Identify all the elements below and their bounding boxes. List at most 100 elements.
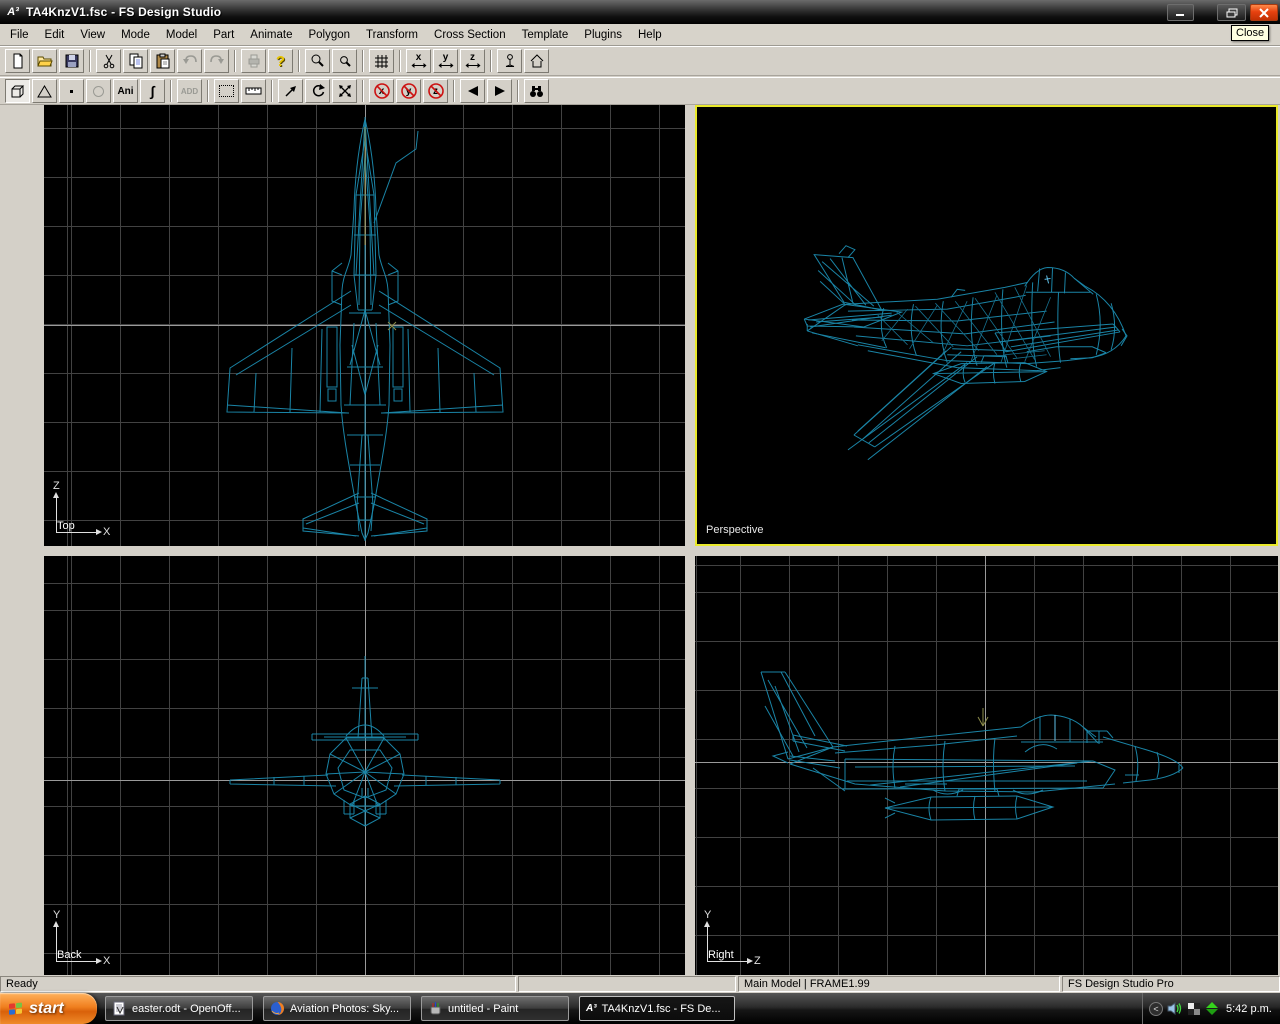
menu-mode[interactable]: Mode xyxy=(113,24,158,46)
close-button[interactable] xyxy=(1250,4,1278,21)
app-window: A³ TA4KnzV1.fsc - FS Design Studio Close… xyxy=(0,0,1280,1024)
toolbar-separator xyxy=(89,50,91,72)
measure-button[interactable] xyxy=(241,79,266,103)
viewport-back[interactable]: Y X Back xyxy=(44,556,685,975)
point-icon xyxy=(63,83,80,100)
viewport-label-perspective: Perspective xyxy=(706,524,763,536)
double-arrow-icon xyxy=(411,62,427,69)
checkered-tray-icon[interactable] xyxy=(1187,1002,1201,1016)
status-model: Main Model | FRAME1.99 xyxy=(738,976,1060,992)
add-button[interactable]: ADD xyxy=(177,79,202,103)
menu-animate[interactable]: Animate xyxy=(242,24,300,46)
task-openoffice[interactable]: easter.odt - OpenOff... xyxy=(105,996,253,1021)
copy-icon xyxy=(128,53,144,69)
rotate-icon xyxy=(310,83,326,99)
system-tray: < 5:42 p.m. xyxy=(1142,993,1280,1024)
spline-button[interactable]: ∫ xyxy=(140,79,165,103)
close-tooltip: Close xyxy=(1231,25,1269,41)
menu-template[interactable]: Template xyxy=(514,24,577,46)
network-activity-icon[interactable] xyxy=(1205,1001,1219,1016)
grid-icon xyxy=(374,54,389,69)
menu-help[interactable]: Help xyxy=(630,24,670,46)
new-file-button[interactable] xyxy=(5,49,30,73)
polygon-mode-button[interactable] xyxy=(32,79,57,103)
axis-letter-horizontal: X xyxy=(103,955,110,967)
object-mode-button[interactable] xyxy=(5,79,30,103)
add-icon: ADD xyxy=(181,87,198,96)
axis-z-button[interactable]: z xyxy=(460,49,485,73)
axis-x-button[interactable]: x xyxy=(406,49,431,73)
horizontal-splitter[interactable] xyxy=(44,546,1278,556)
copy-button[interactable] xyxy=(123,49,148,73)
balance-button[interactable] xyxy=(497,49,522,73)
rotate-tool-button[interactable] xyxy=(305,79,330,103)
no-z-icon: z xyxy=(427,82,445,100)
minimize-button[interactable] xyxy=(1167,4,1194,21)
double-arrow-icon xyxy=(438,62,454,69)
redo-button[interactable] xyxy=(204,49,229,73)
vertical-splitter[interactable] xyxy=(685,105,695,975)
tray-chevron-icon[interactable]: < xyxy=(1149,1002,1163,1016)
menu-file[interactable]: File xyxy=(2,24,37,46)
find-button[interactable] xyxy=(524,79,549,103)
axis-indicator-right: Y Z xyxy=(703,915,763,971)
lock-y-button[interactable]: y xyxy=(396,79,421,103)
zoom-in-button[interactable] xyxy=(332,49,357,73)
viewport-label-right: Right xyxy=(708,949,734,961)
menu-view[interactable]: View xyxy=(72,24,113,46)
lock-z-button[interactable]: z xyxy=(423,79,448,103)
open-file-button[interactable] xyxy=(32,49,57,73)
home-icon xyxy=(529,53,545,69)
lock-x-button[interactable]: x xyxy=(369,79,394,103)
menu-transform[interactable]: Transform xyxy=(358,24,426,46)
start-button[interactable]: start xyxy=(0,993,97,1024)
point-mode-button[interactable] xyxy=(59,79,84,103)
circle-icon xyxy=(90,83,107,100)
scale-tool-button[interactable] xyxy=(332,79,357,103)
toolbar-separator xyxy=(207,80,209,102)
restore-button[interactable] xyxy=(1217,4,1246,21)
menu-cross-section[interactable]: Cross Section xyxy=(426,24,514,46)
axis-y-button[interactable]: y xyxy=(433,49,458,73)
menu-edit[interactable]: Edit xyxy=(37,24,73,46)
ani-icon: Ani xyxy=(117,86,133,97)
cut-scissors-icon xyxy=(101,53,117,69)
task-label: TA4KnzV1.fsc - FS De... xyxy=(602,1003,721,1015)
animate-mode-button[interactable]: Ani xyxy=(113,79,138,103)
prev-part-button[interactable] xyxy=(460,79,485,103)
paste-button[interactable] xyxy=(150,49,175,73)
viewport-top[interactable]: Z X Top xyxy=(44,105,685,546)
aircraft-perspective-wireframe xyxy=(697,107,1276,544)
undo-button[interactable] xyxy=(177,49,202,73)
menu-polygon[interactable]: Polygon xyxy=(300,24,358,46)
print-button[interactable] xyxy=(241,49,266,73)
no-x-icon: x xyxy=(373,82,391,100)
help-button[interactable]: ? xyxy=(268,49,293,73)
move-tool-button[interactable] xyxy=(278,79,303,103)
menu-plugins[interactable]: Plugins xyxy=(576,24,630,46)
undo-icon xyxy=(182,53,198,69)
axis-z-icon: z xyxy=(470,54,475,62)
task-firefox[interactable]: Aviation Photos: Sky... xyxy=(263,996,411,1021)
circle-mode-button[interactable] xyxy=(86,79,111,103)
next-part-button[interactable] xyxy=(487,79,512,103)
viewport-perspective[interactable]: Perspective xyxy=(695,105,1278,546)
viewport-right[interactable]: Y Z Right xyxy=(695,556,1278,975)
menu-part[interactable]: Part xyxy=(205,24,242,46)
zoom-out-button[interactable] xyxy=(305,49,330,73)
grid-toggle-button[interactable] xyxy=(369,49,394,73)
marquee-select-button[interactable] xyxy=(214,79,239,103)
axis-letter-vertical: Y xyxy=(53,909,60,921)
cut-button[interactable] xyxy=(96,49,121,73)
toolbar-separator xyxy=(271,80,273,102)
save-button[interactable] xyxy=(59,49,84,73)
redo-icon xyxy=(209,53,225,69)
task-fsds-active[interactable]: A³ TA4KnzV1.fsc - FS De... xyxy=(579,996,735,1021)
window-title: TA4KnzV1.fsc - FS Design Studio xyxy=(26,5,221,19)
task-paint[interactable]: untitled - Paint xyxy=(421,996,569,1021)
open-folder-icon xyxy=(37,53,53,69)
menu-model[interactable]: Model xyxy=(158,24,205,46)
volume-icon[interactable] xyxy=(1167,1001,1183,1016)
title-bar[interactable]: A³ TA4KnzV1.fsc - FS Design Studio xyxy=(0,0,1280,24)
home-button[interactable] xyxy=(524,49,549,73)
